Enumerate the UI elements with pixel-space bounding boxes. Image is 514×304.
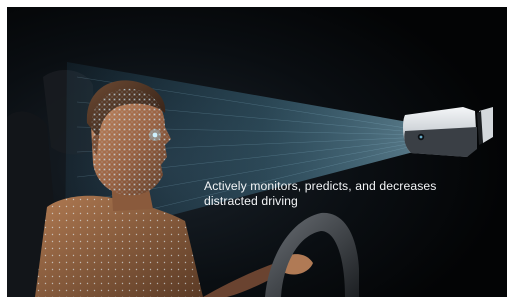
caption-text: Actively monitors, predicts, and decreas… [204,179,437,208]
eye-tracking-glow [149,129,161,141]
video-frame: Actively monitors, predicts, and decreas… [7,7,507,297]
driver-monitoring-scene [7,7,507,297]
